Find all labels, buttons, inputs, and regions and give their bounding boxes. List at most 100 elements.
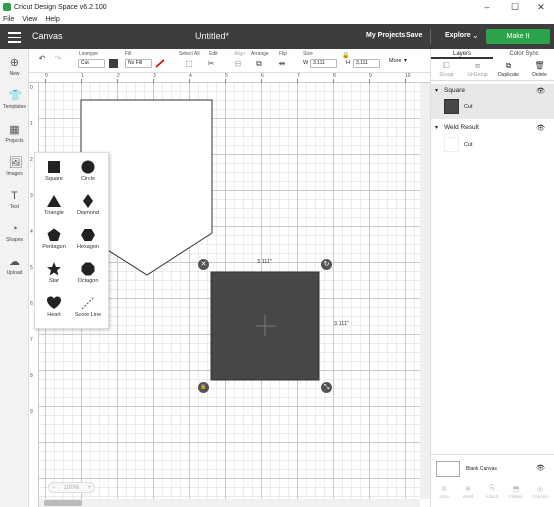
horizontal-scroll-thumb[interactable] [44, 500, 82, 506]
shape-item-triangle[interactable]: Triangle [37, 193, 71, 216]
more-button[interactable]: More [389, 58, 402, 64]
fill-select[interactable]: No Fill [125, 59, 152, 68]
ruler-left-label: 1 [30, 121, 33, 127]
ungroup-button[interactable]: ⧈ UnGroup [462, 61, 493, 78]
menu-help[interactable]: Help [45, 16, 59, 23]
flatten-button[interactable]: ⬒ Flatten [504, 485, 528, 500]
shape-label: Square [45, 176, 63, 182]
lock-aspect-icon[interactable]: 🔒 [342, 52, 349, 59]
close-icon[interactable]: ✕ [528, 0, 554, 14]
shape-item-square[interactable]: Square [37, 159, 71, 182]
blank-canvas-label: Blank Canvas [466, 466, 497, 472]
height-field[interactable]: 3.111 [353, 59, 380, 68]
layer-name: Weld Result [444, 124, 479, 131]
shape-item-pentagon[interactable]: Pentagon [37, 227, 71, 250]
linetype-color-swatch[interactable] [109, 59, 118, 68]
my-projects-button[interactable]: My Projects [366, 32, 405, 39]
arrange-icon[interactable]: ⧉ [254, 59, 264, 68]
ungroup-icon: ⧈ [474, 61, 481, 70]
text-icon: T [11, 190, 18, 202]
more-chevron-icon[interactable]: ▾ [404, 57, 407, 64]
shape-item-star[interactable]: Star [37, 261, 71, 284]
layer-weld-result[interactable]: ▾ Weld Result 👁 Cut [431, 121, 554, 157]
action-label: UnGroup [467, 72, 488, 78]
group-icon: ⧠ [443, 61, 450, 70]
chevron-down-icon[interactable]: ⌄ [472, 31, 479, 40]
contour-button[interactable]: ◎ Contour [528, 485, 552, 500]
shape-item-heart[interactable]: Heart [37, 295, 71, 318]
sidebar-item-templates[interactable]: 👕 Templates [0, 87, 29, 117]
collapse-chevron-icon[interactable]: ▾ [435, 124, 438, 131]
select-all-icon[interactable]: ⬚ [184, 59, 194, 68]
blank-canvas-swatch[interactable] [436, 461, 460, 477]
vertical-scrollbar[interactable] [420, 83, 430, 499]
shape-label: Score Line [74, 312, 102, 318]
pentagon-shape-icon [37, 227, 71, 243]
make-it-button[interactable]: Make It [486, 29, 550, 44]
linetype-select[interactable]: Cut [78, 59, 105, 68]
resize-handle-icon[interactable]: ⤡ [321, 382, 332, 393]
tab-layers[interactable]: Layers [431, 49, 493, 59]
shape-item-diamond[interactable]: Diamond [71, 193, 105, 216]
weld-button[interactable]: ⊕ Weld [456, 485, 480, 500]
diamond-shape-icon [71, 193, 105, 209]
group-button[interactable]: ⧠ Group [431, 61, 462, 78]
shape-item-circle[interactable]: Circle [71, 159, 105, 182]
save-button[interactable]: Save [406, 32, 422, 39]
shape-item-hexagon[interactable]: Hexagon [71, 227, 105, 250]
explore-button[interactable]: Explore [445, 32, 471, 39]
sidebar-item-upload[interactable]: ☁ Upload [0, 253, 29, 283]
layer-square[interactable]: ▾ Square 👁 Cut [431, 84, 554, 119]
slice-button[interactable]: ⊘ Slice [432, 485, 456, 500]
shape-item-score-line[interactable]: Score Line [71, 295, 105, 318]
edit-toolbar: ↶ ↷ Linetype Cut Fill No Fill Select All… [29, 49, 430, 73]
arrange-label: Arrange [251, 51, 269, 57]
redo-icon[interactable]: ↷ [53, 54, 63, 63]
menu-bar: File View Help [0, 14, 554, 24]
delete-icon: 🗑 [534, 61, 545, 70]
align-icon[interactable]: ⊟ [233, 59, 243, 68]
height-label: H [346, 60, 350, 66]
horizontal-scrollbar[interactable] [39, 499, 420, 507]
hidden-eye-icon[interactable]: 👁 [536, 464, 545, 472]
ruler-left-label: 3 [30, 193, 33, 199]
heart-shape-icon [37, 295, 71, 311]
flip-icon[interactable]: ⇹ [277, 59, 287, 68]
sidebar-item-new[interactable]: ⊕ New [0, 54, 29, 84]
triangle-shape-icon [37, 193, 71, 209]
attach-button[interactable]: ⎘ Attach [480, 485, 504, 500]
sidebar-item-projects[interactable]: ▦ Projects [0, 121, 29, 151]
visibility-eye-icon[interactable]: 👁 [536, 124, 545, 132]
no-fill-icon[interactable] [155, 59, 165, 68]
shape-item-octagon[interactable]: Octagon [71, 261, 105, 284]
layer-swatch [444, 99, 459, 114]
hamburger-menu-icon[interactable] [8, 32, 21, 43]
close-handle-icon[interactable]: ✕ [198, 259, 209, 270]
sidebar-item-images[interactable]: 🖼 Images [0, 154, 29, 184]
lock-handle-icon[interactable]: 🔒 [198, 382, 209, 393]
width-field[interactable]: 3.111 [310, 59, 337, 68]
document-title: Untitled* [195, 31, 230, 41]
sidebar-item-text[interactable]: T Text [0, 187, 29, 217]
menu-file[interactable]: File [3, 16, 14, 23]
minimize-icon[interactable]: – [474, 0, 500, 14]
edit-icon[interactable]: ✂ [206, 59, 216, 68]
undo-icon[interactable]: ↶ [37, 54, 47, 63]
shapes-popup: Square Circle Triangle Diamond Pentagon Hexag… [34, 152, 109, 329]
zoom-in-button[interactable]: + [87, 485, 91, 491]
sidebar-item-shapes[interactable]: ◔ Shapes [0, 220, 29, 250]
visibility-eye-icon[interactable]: 👁 [536, 87, 545, 95]
collapse-chevron-icon[interactable]: ▾ [435, 87, 438, 94]
tab-color-sync[interactable]: Color Sync [493, 49, 554, 59]
layer-op: Cut [464, 142, 473, 148]
rotate-handle-icon[interactable]: ↻ [321, 259, 332, 270]
sidebar-item-label: Shapes [6, 237, 23, 243]
plus-icon: ⊕ [9, 57, 20, 69]
menu-view[interactable]: View [22, 16, 37, 23]
app-icon [3, 3, 11, 11]
duplicate-button[interactable]: ⧉ Duplicate [493, 61, 524, 78]
maximize-icon[interactable]: ☐ [502, 0, 528, 14]
zoom-out-button[interactable]: − [52, 485, 56, 491]
section-title: Canvas [32, 31, 63, 41]
delete-button[interactable]: 🗑 Delete [524, 61, 554, 78]
